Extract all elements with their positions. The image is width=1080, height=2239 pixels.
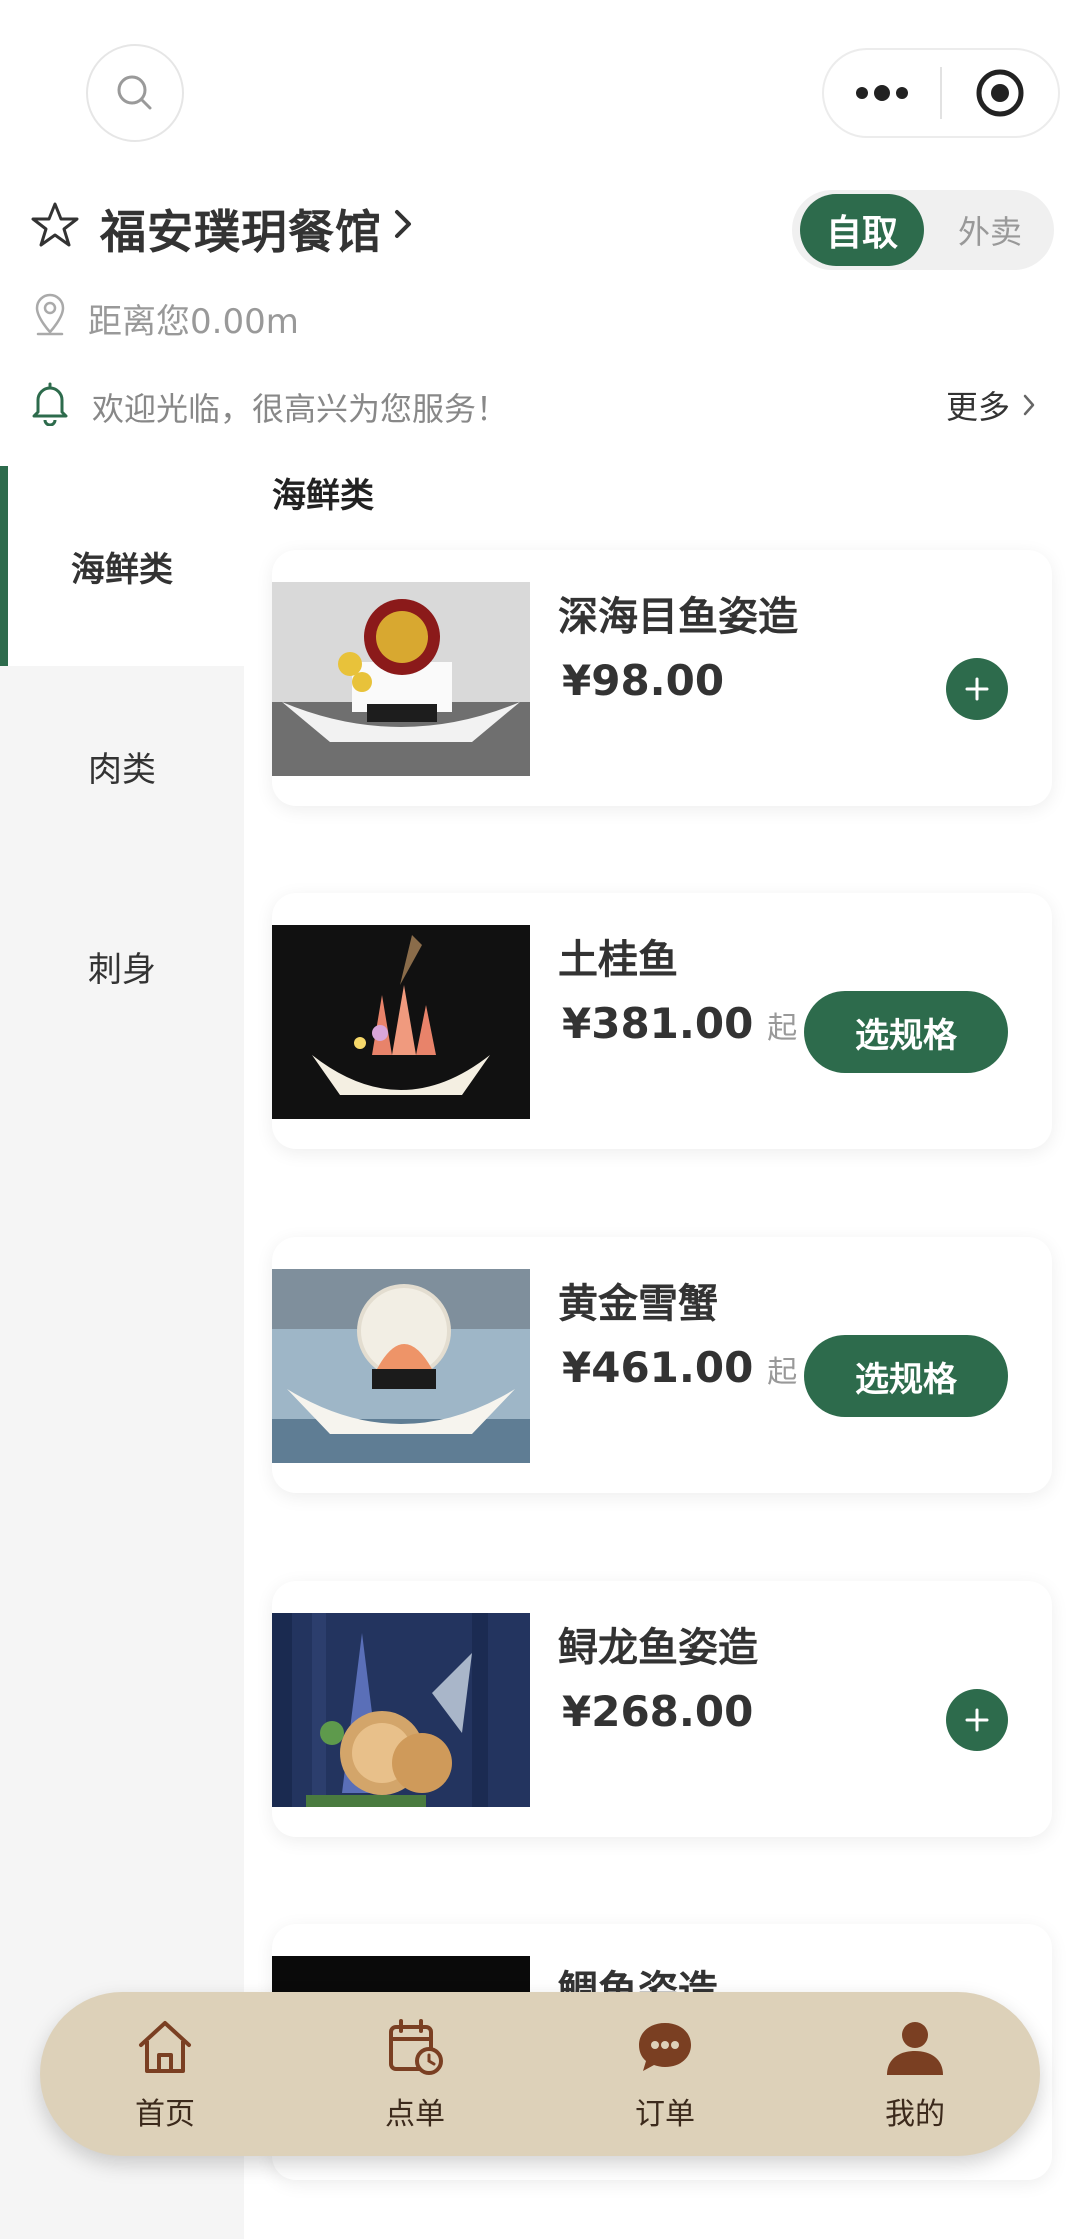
pickup-tab[interactable]: 自取 bbox=[800, 194, 924, 266]
add-to-cart-button[interactable] bbox=[946, 1689, 1008, 1751]
price-value: ¥381.00 bbox=[562, 999, 754, 1048]
more-dots-icon bbox=[856, 85, 908, 101]
plus-icon bbox=[965, 1708, 989, 1732]
chevron-right-icon bbox=[1023, 394, 1035, 416]
tab-label: 我的 bbox=[885, 2097, 945, 2132]
target-circle-icon bbox=[976, 69, 1024, 117]
dish-card[interactable]: 鲟龙鱼姿造 ¥268.00 bbox=[272, 1581, 1052, 1837]
category-item-seafood[interactable]: 海鲜类 bbox=[0, 466, 244, 666]
dish-price: ¥98.00 bbox=[562, 656, 724, 705]
user-icon bbox=[887, 2022, 943, 2075]
bottom-tab-bar: 首页 点单 订单 我的 bbox=[40, 1992, 1040, 2156]
dish-image[interactable] bbox=[272, 925, 530, 1119]
dish-name: 黄金雪蟹 bbox=[558, 1281, 718, 1327]
tab-home[interactable]: 首页 bbox=[40, 1992, 290, 2156]
distance-text: 距离您0.00m bbox=[88, 302, 299, 342]
tab-mine[interactable]: 我的 bbox=[790, 1992, 1040, 2156]
dish-image[interactable] bbox=[272, 582, 530, 776]
more-link[interactable]: 更多 bbox=[946, 382, 1036, 428]
notice-row: 欢迎光临，很高兴为您服务！ 更多 bbox=[0, 378, 1080, 432]
price-from-suffix: 起 bbox=[767, 1011, 798, 1046]
dish-name: 土桂鱼 bbox=[558, 937, 678, 983]
add-to-cart-button[interactable] bbox=[946, 658, 1008, 720]
select-spec-button[interactable]: 选规格 bbox=[804, 991, 1008, 1073]
delivery-tab[interactable]: 外卖 bbox=[932, 194, 1048, 266]
section-title: 海鲜类 bbox=[272, 476, 374, 516]
dish-name: 深海目鱼姿造 bbox=[558, 594, 798, 640]
tab-order-menu[interactable]: 点单 bbox=[290, 1992, 540, 2156]
dish-price: ¥268.00 bbox=[562, 1687, 753, 1736]
tab-label: 首页 bbox=[135, 2097, 195, 2132]
category-sidebar: 海鲜类 肉类 刺身 bbox=[0, 466, 244, 2239]
dish-price: ¥381.00 起 bbox=[562, 999, 797, 1048]
close-miniprogram-button[interactable] bbox=[942, 50, 1058, 136]
price-value: ¥461.00 bbox=[562, 1343, 754, 1392]
select-spec-button[interactable]: 选规格 bbox=[804, 1335, 1008, 1417]
store-name[interactable]: 福安璞玥餐馆 bbox=[100, 196, 382, 262]
bell-icon bbox=[32, 382, 68, 426]
dish-image[interactable] bbox=[272, 1269, 530, 1463]
home-icon bbox=[139, 2021, 191, 2073]
more-button[interactable] bbox=[824, 50, 940, 136]
dish-name: 鲟龙鱼姿造 bbox=[558, 1625, 758, 1671]
pickup-delivery-toggle: 自取 外卖 bbox=[792, 190, 1054, 270]
category-item-meat[interactable]: 肉类 bbox=[0, 666, 244, 866]
tab-label: 点单 bbox=[385, 2097, 445, 2132]
dish-card[interactable]: 深海目鱼姿造 ¥98.00 bbox=[272, 550, 1052, 806]
tab-orders[interactable]: 订单 bbox=[540, 1992, 790, 2156]
price-from-suffix: 起 bbox=[767, 1355, 798, 1390]
price-value: ¥98.00 bbox=[562, 656, 725, 705]
category-item-sashimi[interactable]: 刺身 bbox=[0, 866, 244, 1066]
top-bar bbox=[0, 0, 1080, 180]
price-value: ¥268.00 bbox=[562, 1687, 754, 1736]
chevron-right-icon[interactable] bbox=[392, 204, 416, 244]
search-icon bbox=[117, 75, 152, 110]
dish-image[interactable] bbox=[272, 1613, 530, 1807]
more-label: 更多 bbox=[946, 388, 1011, 426]
chat-bubble-icon bbox=[639, 2023, 691, 2071]
search-button[interactable] bbox=[86, 44, 184, 142]
calendar-clock-icon bbox=[389, 2019, 443, 2075]
notice-text: 欢迎光临，很高兴为您服务！ bbox=[92, 390, 509, 428]
tab-label: 订单 bbox=[635, 2097, 695, 2132]
miniprogram-capsule bbox=[822, 48, 1060, 138]
dish-card[interactable]: 土桂鱼 ¥381.00 起 选规格 bbox=[272, 893, 1052, 1149]
location-pin-icon bbox=[35, 293, 65, 336]
dish-price: ¥461.00 起 bbox=[562, 1343, 797, 1392]
star-icon[interactable] bbox=[30, 200, 80, 250]
plus-icon bbox=[965, 677, 989, 701]
distance-row: 距离您0.00m bbox=[0, 290, 700, 342]
dish-card[interactable]: 黄金雪蟹 ¥461.00 起 选规格 bbox=[272, 1237, 1052, 1493]
store-header: 福安璞玥餐馆 自取 外卖 bbox=[0, 190, 1080, 280]
